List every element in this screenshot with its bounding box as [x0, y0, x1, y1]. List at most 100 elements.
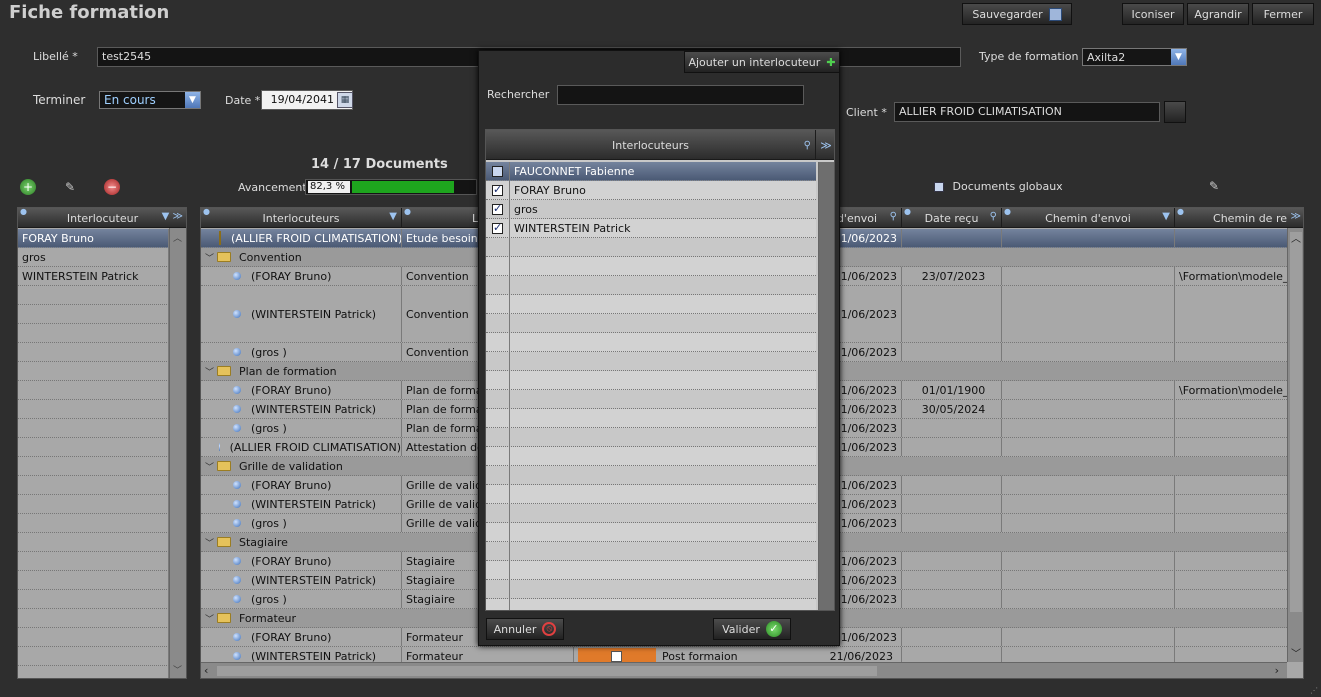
search-icon[interactable]: ⚲	[890, 211, 897, 222]
list-item[interactable]	[486, 504, 816, 523]
list-item[interactable]	[486, 447, 816, 466]
scroll-down-icon[interactable]: ﹀	[1291, 645, 1301, 660]
chevron-down-icon[interactable]: ▼	[185, 92, 200, 108]
table-row[interactable]	[18, 495, 169, 514]
select-checkbox[interactable]	[492, 183, 503, 196]
list-item[interactable]	[486, 523, 816, 542]
filter-icon[interactable]: ▼	[389, 211, 397, 222]
client-input[interactable]: ALLIER FROID CLIMATISATION	[894, 102, 1160, 122]
table-row[interactable]	[18, 590, 169, 609]
table-row[interactable]: gros	[18, 248, 169, 267]
terminer-select[interactable]: En cours ▼	[99, 91, 201, 109]
search-icon[interactable]: ⚲	[804, 140, 811, 151]
list-item[interactable]	[486, 390, 816, 409]
select-checkbox[interactable]	[492, 221, 503, 234]
scroll-right-icon[interactable]: ›	[1275, 664, 1279, 677]
table-row[interactable]	[18, 666, 169, 678]
list-item[interactable]	[486, 238, 816, 257]
list-item[interactable]: FORAY Bruno	[486, 181, 816, 200]
table-row[interactable]	[18, 609, 169, 628]
modal-vertical-scrollbar[interactable]	[818, 162, 834, 610]
calendar-icon[interactable]: ▦	[337, 92, 353, 108]
list-item[interactable]	[486, 409, 816, 428]
save-button[interactable]: Sauvegarder	[962, 3, 1072, 25]
filter-icon[interactable]: ▼︎ ≫	[162, 211, 183, 222]
resize-grip-icon[interactable]: ⋰	[1310, 686, 1318, 695]
list-item[interactable]	[486, 485, 816, 504]
scroll-up-icon[interactable]: ︿	[173, 231, 182, 244]
list-item[interactable]	[486, 542, 816, 561]
list-item[interactable]	[486, 352, 816, 371]
main-vertical-scrollbar[interactable]: ︿ ﹀	[1287, 228, 1303, 662]
left-vertical-scrollbar[interactable]: ︿ ﹀	[169, 228, 186, 678]
add-interlocuteur-button[interactable]: Ajouter un interlocuteur ✚	[684, 51, 840, 73]
table-row[interactable]: FORAY Bruno	[18, 229, 169, 248]
table-row[interactable]	[18, 400, 169, 419]
list-item[interactable]	[486, 276, 816, 295]
table-row[interactable]	[18, 381, 169, 400]
list-item[interactable]	[486, 599, 816, 610]
interlocuteur-column-header[interactable]: ● Interlocuteur ▼︎ ≫	[18, 208, 186, 228]
remove-icon[interactable]: −	[104, 179, 120, 195]
table-row[interactable]	[18, 438, 169, 457]
interlocuteurs-column-header[interactable]: ● Interlocuteurs ▼	[201, 208, 402, 228]
table-row[interactable]	[18, 419, 169, 438]
table-row[interactable]	[18, 628, 169, 647]
chevron-down-icon[interactable]: ﹀	[205, 612, 217, 625]
main-hscroll-thumb[interactable]	[217, 666, 877, 676]
iconify-button[interactable]: Iconiser	[1122, 3, 1184, 25]
chevron-down-icon[interactable]: ▼	[1171, 49, 1186, 65]
table-row[interactable]	[18, 514, 169, 533]
search-input[interactable]	[557, 85, 804, 105]
list-item[interactable]	[486, 333, 816, 352]
chemin-envoi-column-header[interactable]: ● Chemin d'envoi ▼	[1002, 208, 1175, 228]
client-picker-button[interactable]	[1164, 101, 1186, 123]
table-row[interactable]	[18, 286, 169, 305]
select-checkbox[interactable]	[492, 202, 503, 215]
expand-icon[interactable]: ≫	[816, 130, 834, 160]
validate-button[interactable]: Valider ✓	[713, 618, 791, 640]
scroll-down-icon[interactable]: ﹀	[173, 663, 182, 676]
select-checkbox[interactable]	[492, 165, 503, 177]
list-item[interactable]: FAUCONNET Fabienne	[486, 162, 816, 181]
list-item[interactable]: gros	[486, 200, 816, 219]
table-row[interactable]: WINTERSTEIN Patrick	[18, 267, 169, 286]
list-item[interactable]	[486, 314, 816, 333]
list-item[interactable]	[486, 257, 816, 276]
expand-icon[interactable]: ≫	[1291, 211, 1301, 222]
table-row[interactable]	[18, 533, 169, 552]
chevron-down-icon[interactable]: ﹀	[205, 251, 217, 264]
chevron-down-icon[interactable]: ﹀	[205, 365, 217, 378]
table-row[interactable]	[18, 476, 169, 495]
maximize-button[interactable]: Agrandir	[1187, 3, 1249, 25]
date-recu-column-header[interactable]: ● Date reçu ⚲	[902, 208, 1002, 228]
table-row[interactable]	[18, 362, 169, 381]
table-row[interactable]	[18, 647, 169, 666]
list-item[interactable]: WINTERSTEIN Patrick	[486, 219, 816, 238]
table-row[interactable]	[18, 305, 169, 324]
filter-icon[interactable]: ▼	[1162, 211, 1170, 222]
interlocuteurs-list-column[interactable]: Interlocuteurs ⚲	[486, 130, 816, 160]
main-vscroll-thumb[interactable]	[1290, 232, 1302, 612]
table-row[interactable]	[18, 343, 169, 362]
list-item[interactable]	[486, 561, 816, 580]
list-item[interactable]	[486, 466, 816, 485]
chevron-down-icon[interactable]: ﹀	[205, 460, 217, 473]
list-item[interactable]	[486, 580, 816, 599]
close-button[interactable]: Fermer	[1252, 3, 1314, 25]
list-item[interactable]	[486, 295, 816, 314]
table-row[interactable]	[18, 552, 169, 571]
chevron-down-icon[interactable]: ﹀	[205, 536, 217, 549]
scroll-left-icon[interactable]: ‹	[204, 664, 208, 677]
cancel-button[interactable]: Annuler ⦸	[486, 618, 564, 640]
list-item[interactable]	[486, 371, 816, 390]
table-row[interactable]	[18, 324, 169, 343]
edit-global-icon[interactable]: ✎	[1206, 178, 1222, 194]
add-icon[interactable]: +	[20, 179, 36, 195]
scroll-up-icon[interactable]: ︿	[1291, 230, 1301, 245]
list-item[interactable]	[486, 428, 816, 447]
type-formation-select[interactable]: Axilta2 ▼	[1082, 48, 1187, 66]
table-row[interactable]	[18, 457, 169, 476]
chemin-recu-column-header[interactable]: ● Chemin de re ≫	[1175, 208, 1303, 228]
edit-icon[interactable]: ✎	[62, 179, 78, 195]
